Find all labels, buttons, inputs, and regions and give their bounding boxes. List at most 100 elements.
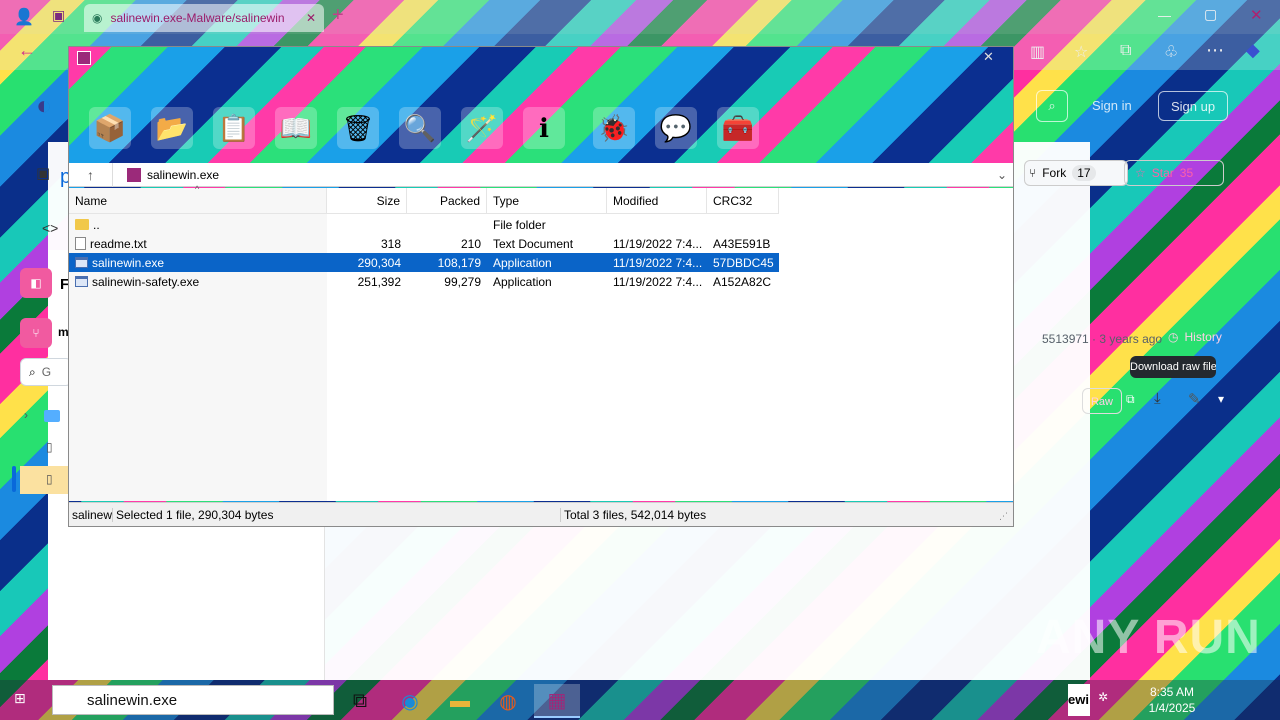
file-size: 318 bbox=[380, 236, 401, 251]
path-dropdown-icon[interactable]: ⌄ bbox=[991, 168, 1013, 182]
code-tab-icon[interactable]: <> bbox=[42, 220, 58, 236]
file-row-parent[interactable]: .. File folder bbox=[69, 215, 779, 234]
file-crc: A43E591B bbox=[713, 236, 771, 251]
file-size: 251,392 bbox=[357, 274, 401, 289]
winrar-title-bar[interactable]: ✕ bbox=[69, 47, 1013, 69]
fork-icon: ⑂ bbox=[1029, 166, 1037, 180]
favorites-icon[interactable]: ☆ bbox=[1074, 42, 1088, 62]
column-type[interactable]: Type bbox=[487, 187, 607, 214]
split-view-icon[interactable]: ▥ bbox=[1030, 42, 1045, 62]
close-window-icon[interactable]: ✕ bbox=[1250, 6, 1263, 24]
file-type: File folder bbox=[493, 217, 546, 232]
maximize-icon[interactable]: ▢ bbox=[1204, 6, 1217, 23]
tab-actions-icon[interactable]: ▣ bbox=[52, 7, 65, 24]
search-icon[interactable]: ⌕ bbox=[1036, 90, 1068, 122]
anyrun-watermark: ANY RUN bbox=[1036, 611, 1261, 664]
file-type: Text Document bbox=[493, 236, 574, 251]
branch-icon[interactable]: ⑂ bbox=[20, 318, 52, 348]
history-button[interactable]: ◷ History bbox=[1168, 330, 1222, 344]
clock-date: 1/4/2025 bbox=[1148, 701, 1196, 715]
status-total: Total 3 files, 542,014 bytes bbox=[564, 507, 707, 522]
column-size[interactable]: Size bbox=[327, 187, 407, 214]
folder-icon bbox=[75, 219, 89, 230]
firefox-icon[interactable]: ◍ bbox=[488, 684, 528, 718]
find-icon[interactable]: 🔍 bbox=[399, 107, 441, 149]
extensions-icon[interactable]: ♧ bbox=[1164, 42, 1178, 62]
info-icon[interactable]: ℹ bbox=[523, 107, 565, 149]
file-row-salinewin-selected[interactable]: salinewin.exe 290,304 108,179 Applicatio… bbox=[69, 253, 779, 272]
sign-in-link[interactable]: Sign in bbox=[1092, 98, 1132, 113]
file-name: .. bbox=[93, 217, 100, 232]
file-list: Name Size Packed Type Modified CRC32 ^ .… bbox=[69, 184, 1013, 501]
star-button[interactable]: ☆ Star 35 bbox=[1124, 160, 1224, 186]
archive-path[interactable]: salinewin.exe bbox=[113, 167, 991, 182]
active-file-indicator bbox=[12, 466, 16, 492]
test-icon[interactable]: 📋 bbox=[213, 107, 255, 149]
close-tab-icon[interactable]: ✕ bbox=[306, 11, 316, 25]
minimize-icon[interactable]: — bbox=[1158, 8, 1171, 23]
column-crc32[interactable]: CRC32 bbox=[707, 187, 779, 214]
file-row-salinewin-safety[interactable]: salinewin-safety.exe 251,392 99,279 Appl… bbox=[69, 272, 779, 291]
winrar-window: ✕ 📦 📂 📋 📖 🗑 🔍 🪄 ℹ 🐞 💬 🧰 ↑ salinewin.exe … bbox=[68, 46, 1014, 527]
winrar-close-icon[interactable]: ✕ bbox=[983, 49, 994, 65]
tab-title: salinewin.exe-Malware/salinewin bbox=[110, 11, 285, 25]
file-icon: ▯ bbox=[46, 472, 53, 486]
edit-pencil-icon[interactable]: ✎ bbox=[1188, 390, 1201, 408]
folder-icon bbox=[44, 410, 60, 422]
download-icon[interactable]: ⤓ bbox=[1154, 390, 1161, 407]
virus-scan-icon[interactable]: 🐞 bbox=[593, 107, 635, 149]
expand-sidebar-icon[interactable]: ◧ bbox=[20, 268, 52, 298]
file-row-readme[interactable]: readme.txt 318 210 Text Document 11/19/2… bbox=[69, 234, 779, 253]
raw-button[interactable]: Raw bbox=[1082, 388, 1122, 414]
back-icon[interactable]: ← bbox=[18, 40, 36, 61]
sort-ascending-icon: ^ bbox=[195, 184, 200, 194]
star-label: Star bbox=[1151, 166, 1174, 180]
file-packed: 210 bbox=[460, 236, 481, 251]
delete-icon[interactable]: 🗑 bbox=[337, 107, 379, 149]
browser-tab[interactable]: ◉ salinewin.exe-Malware/salinewin ✕ bbox=[84, 4, 324, 32]
profile-icon[interactable]: 👤 bbox=[14, 7, 34, 27]
more-options-icon[interactable]: ▾ bbox=[1218, 392, 1224, 406]
file-type: Application bbox=[493, 274, 552, 289]
file-crc: A152A82C bbox=[713, 274, 772, 289]
file-name: readme.txt bbox=[90, 236, 147, 251]
view-icon[interactable]: 📖 bbox=[275, 107, 317, 149]
task-view-icon[interactable]: ⧉ bbox=[340, 684, 380, 718]
column-headers: Name Size Packed Type Modified CRC32 bbox=[69, 187, 779, 214]
edge-icon[interactable]: ◉ bbox=[390, 684, 430, 718]
commit-info[interactable]: 5513971 · 3 years ago bbox=[1042, 332, 1162, 346]
text-file-icon bbox=[75, 237, 86, 250]
file-type: Application bbox=[493, 255, 552, 270]
file-name: salinewin.exe bbox=[92, 255, 165, 270]
column-packed[interactable]: Packed bbox=[407, 187, 487, 214]
wizard-icon[interactable]: 🪄 bbox=[461, 107, 503, 149]
collections-icon[interactable]: ⧉ bbox=[1120, 42, 1131, 60]
more-menu-icon[interactable]: ⋯ bbox=[1206, 40, 1224, 61]
notification-icon[interactable]: ✲ bbox=[1098, 690, 1108, 704]
application-icon bbox=[75, 257, 88, 268]
taskbar-clock[interactable]: 8:35 AM 1/4/2025 bbox=[1142, 684, 1202, 716]
extract-to-icon[interactable]: 📂 bbox=[151, 107, 193, 149]
clock-time: 8:35 AM bbox=[1149, 685, 1195, 699]
start-icon[interactable]: ⊞ bbox=[14, 690, 26, 707]
comment-icon[interactable]: 💬 bbox=[655, 107, 697, 149]
file-modified: 11/19/2022 7:4... bbox=[613, 274, 703, 289]
winrar-taskbar-icon[interactable]: ▦ bbox=[534, 684, 580, 718]
sign-up-button[interactable]: Sign up bbox=[1158, 91, 1228, 121]
column-modified[interactable]: Modified bbox=[607, 187, 707, 214]
github-logo-icon[interactable]: ◐ bbox=[36, 90, 52, 121]
resize-grip-icon[interactable]: ⋰ bbox=[999, 511, 1008, 522]
fork-button[interactable]: ⑂ Fork 17 bbox=[1024, 160, 1128, 186]
tree-chevron-icon[interactable]: › bbox=[24, 408, 28, 422]
go-to-file-input[interactable]: ⌕ G bbox=[20, 358, 72, 386]
copy-raw-icon[interactable]: ⧉ bbox=[1126, 392, 1135, 407]
taskbar-search-box[interactable]: salinewin.exe bbox=[52, 685, 334, 715]
new-tab-button[interactable]: + bbox=[332, 4, 344, 27]
add-icon[interactable]: 📦 bbox=[89, 107, 131, 149]
repo-icon: ▣ bbox=[36, 165, 51, 182]
copilot-icon[interactable]: ◆ bbox=[1246, 40, 1260, 61]
file-explorer-icon[interactable]: ▬ bbox=[440, 684, 480, 718]
up-one-level-icon[interactable]: ↑ bbox=[69, 162, 113, 187]
sfx-icon[interactable]: 🧰 bbox=[717, 107, 759, 149]
taskbar-overflow-label[interactable]: ewi bbox=[1068, 684, 1090, 716]
